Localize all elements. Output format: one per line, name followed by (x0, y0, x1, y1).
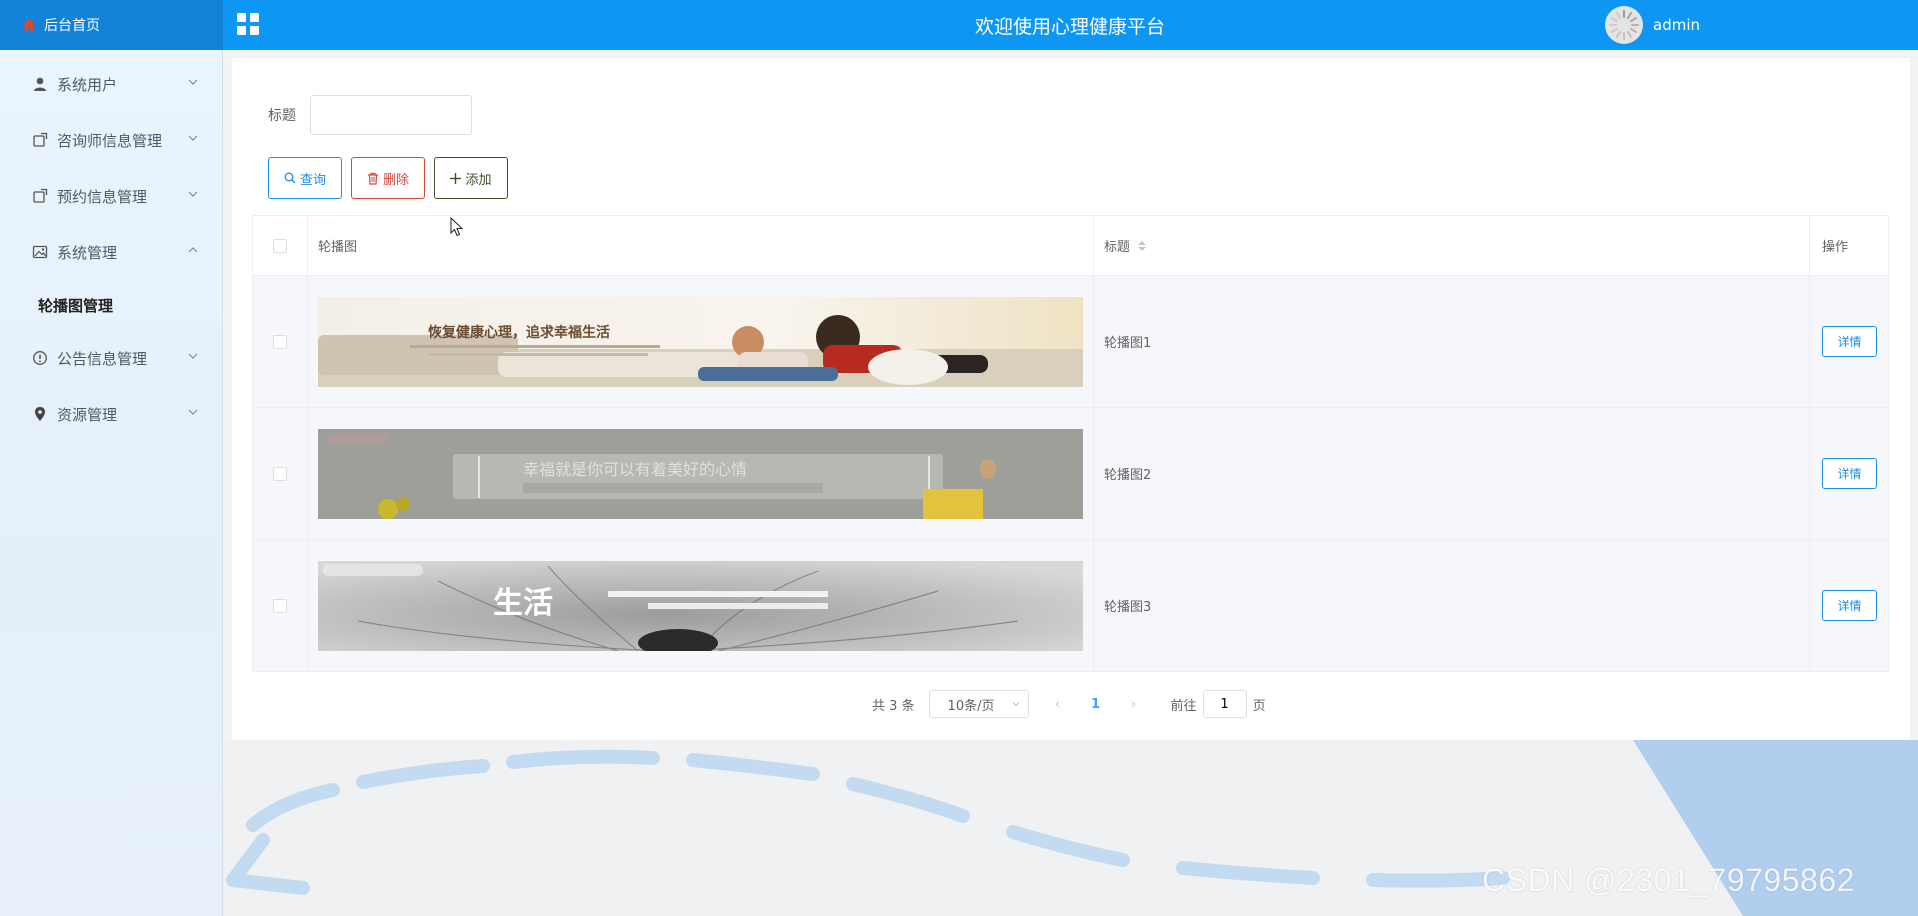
goto-suffix: 页 (1252, 698, 1266, 714)
column-header-image: 轮播图 (308, 216, 1094, 275)
delete-button[interactable]: 删除 (351, 157, 425, 199)
sidebar-item-label: 预约信息管理 (57, 187, 148, 206)
row-title: 轮播图3 (1094, 540, 1810, 671)
add-button[interactable]: 添加 (434, 157, 508, 199)
query-button[interactable]: 查询 (268, 157, 342, 199)
chevron-up-icon (188, 247, 198, 253)
picture-icon (32, 245, 48, 259)
goto-page-input[interactable] (1202, 690, 1247, 718)
home-label: 后台首页 (44, 18, 100, 34)
goto-prefix: 前往 (1170, 698, 1197, 714)
column-header-actions: 操作 (1822, 240, 1849, 255)
banner-text: 生活 (493, 586, 553, 621)
mouse-cursor-icon (450, 217, 464, 237)
page-size-value: 10条/页 (947, 698, 995, 714)
sidebar-item-counselor[interactable]: 咨询师信息管理 (0, 112, 222, 168)
top-header: 后台首页 欢迎使用心理健康平台 admin (0, 0, 1918, 50)
add-button-label: 添加 (465, 172, 492, 188)
trash-icon (367, 172, 378, 185)
home-link[interactable]: 后台首页 (0, 0, 223, 50)
column-header-title[interactable]: 标题 (1094, 216, 1810, 275)
chevron-down-icon (188, 79, 198, 85)
external-link-icon (33, 132, 48, 147)
search-label: 标题 (268, 108, 296, 124)
chevron-down-icon (188, 135, 198, 141)
chevron-down-icon (1012, 702, 1019, 707)
detail-button[interactable]: 详情 (1822, 326, 1877, 357)
sidebar-subitem-carousel[interactable]: 轮播图管理 (0, 280, 222, 330)
page-size-select[interactable]: 10条/页 (928, 690, 1029, 718)
carousel-image[interactable]: 生活 (318, 560, 1083, 651)
watermark: CSDN @2301_79795862 (1482, 862, 1855, 898)
search-icon (284, 172, 296, 184)
detail-button[interactable]: 详情 (1822, 590, 1877, 621)
carousel-table: 轮播图 标题 操作 恢复健康心理，追求幸福生活 轮播图1 详情 幸福就是你可以有… (252, 215, 1889, 672)
pagination: 共 3 条 10条/页 ‹ 1 › 前往 页 (872, 690, 1266, 718)
username: admin (1653, 16, 1700, 34)
sidebar-item-label: 系统用户 (57, 75, 118, 94)
home-icon (22, 18, 36, 32)
delete-button-label: 删除 (382, 172, 409, 188)
row-title: 轮播图2 (1094, 408, 1810, 539)
location-icon (35, 407, 45, 421)
sidebar-item-notice[interactable]: 公告信息管理 (0, 330, 222, 386)
page-number[interactable]: 1 (1081, 697, 1111, 712)
sidebar-item-label: 公告信息管理 (57, 349, 148, 368)
banner-text: 恢复健康心理，追求幸福生活 (428, 324, 610, 341)
row-checkbox[interactable] (273, 334, 287, 349)
select-all-checkbox[interactable] (273, 238, 287, 253)
sidebar: 系统用户 咨询师信息管理 预约信息管理 系统管理 轮播图管理 公告信息管理 资源… (0, 50, 223, 916)
avatar (1605, 6, 1643, 44)
row-checkbox[interactable] (273, 598, 287, 613)
row-title: 轮播图1 (1094, 276, 1810, 407)
sidebar-item-label: 系统管理 (57, 243, 118, 262)
carousel-image[interactable]: 恢复健康心理，追求幸福生活 (318, 296, 1083, 387)
table-row: 恢复健康心理，追求幸福生活 轮播图1 详情 (253, 276, 1888, 408)
chevron-down-icon (188, 191, 198, 197)
menu-toggle-icon[interactable] (237, 13, 259, 35)
next-page-icon[interactable]: › (1119, 697, 1149, 712)
sidebar-item-system-users[interactable]: 系统用户 (0, 56, 222, 112)
sidebar-item-label: 咨询师信息管理 (57, 131, 163, 150)
user-menu[interactable]: admin (1605, 4, 1700, 46)
content-card: 标题 查询 删除 添加 轮播图 标题 操作 恢复健康心理，追求幸福生活 轮播图1… (232, 58, 1910, 740)
carousel-image[interactable]: 幸福就是你可以有着美好的心情 (318, 428, 1083, 519)
sort-icon[interactable] (1138, 240, 1147, 251)
info-icon (33, 351, 47, 365)
table-header: 轮播图 标题 操作 (253, 216, 1888, 276)
query-button-label: 查询 (299, 172, 326, 188)
banner-text: 幸福就是你可以有着美好的心情 (523, 460, 747, 479)
prev-page-icon[interactable]: ‹ (1043, 697, 1073, 712)
table-row: 幸福就是你可以有着美好的心情 轮播图2 详情 (253, 408, 1888, 540)
total-count: 共 3 条 (872, 698, 915, 714)
row-checkbox[interactable] (273, 466, 287, 481)
title-search-input[interactable] (310, 95, 472, 135)
sidebar-item-appointment[interactable]: 预约信息管理 (0, 168, 222, 224)
sidebar-item-resource[interactable]: 资源管理 (0, 386, 222, 442)
column-header-title-label: 标题 (1104, 240, 1131, 255)
chevron-down-icon (188, 353, 198, 359)
chevron-down-icon (188, 409, 198, 415)
detail-button[interactable]: 详情 (1822, 458, 1877, 489)
plus-icon (450, 172, 462, 184)
external-link-icon (33, 188, 48, 203)
sidebar-item-label: 资源管理 (57, 405, 118, 424)
loading-spinner-icon (1609, 10, 1639, 40)
sidebar-item-system-manage[interactable]: 系统管理 (0, 224, 222, 280)
user-icon (34, 77, 46, 91)
table-row: 生活 轮播图3 详情 (253, 540, 1888, 672)
